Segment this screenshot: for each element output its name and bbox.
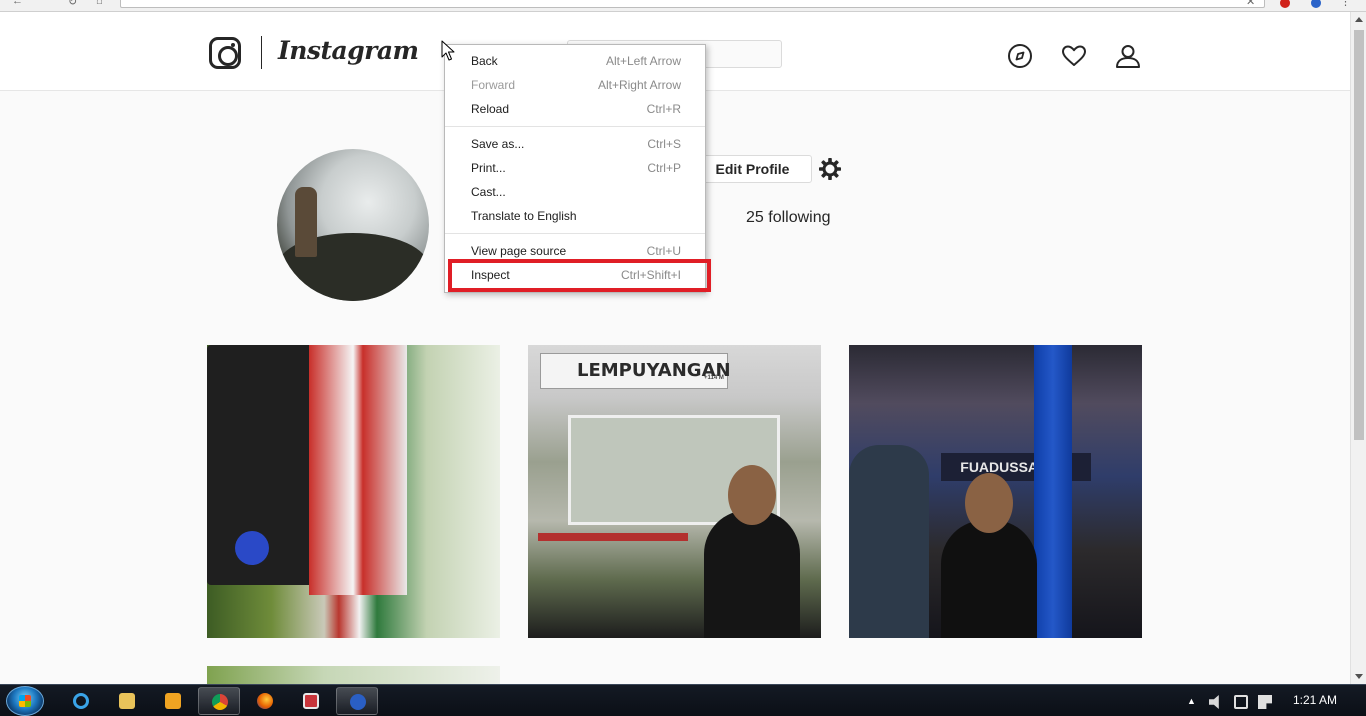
- menu-item-save-as[interactable]: Save as... Ctrl+S: [445, 132, 705, 156]
- carpet-shape: [538, 533, 688, 541]
- person-face: [965, 473, 1013, 533]
- logo-divider: [261, 36, 262, 69]
- wheel-shape: [235, 531, 269, 565]
- menu-item-shortcut: Ctrl+P: [647, 161, 681, 175]
- menu-separator: [445, 233, 705, 234]
- taskbar-clock[interactable]: 1:21 AM: [1284, 693, 1346, 707]
- windows-taskbar: ▲ 1:21 AM: [0, 684, 1366, 716]
- context-menu: Back Alt+Left Arrow Forward Alt+Right Ar…: [444, 44, 706, 293]
- edit-profile-button[interactable]: Edit Profile: [693, 155, 812, 183]
- menu-item-shortcut: Alt+Left Arrow: [605, 54, 681, 68]
- taskbar-chrome[interactable]: [198, 687, 240, 715]
- menu-item-translate[interactable]: Translate to English: [445, 204, 705, 228]
- scroll-up-icon[interactable]: [1355, 17, 1363, 22]
- browser-toolbar: ← ↻ ⌂ ✕ ⋮: [0, 0, 1366, 12]
- extension-blue-icon[interactable]: [1311, 0, 1321, 8]
- mouse-pointer-icon: [441, 40, 455, 61]
- blue-tarp-shape: [1034, 345, 1072, 638]
- menu-item-label: Print...: [471, 161, 506, 175]
- banner-shape: [309, 345, 407, 595]
- menu-item-reload[interactable]: Reload Ctrl+R: [445, 97, 705, 121]
- menu-item-cast[interactable]: Cast...: [445, 180, 705, 204]
- scroll-down-icon[interactable]: [1355, 674, 1363, 679]
- inspect-highlight-box: [448, 259, 711, 292]
- reload-icon[interactable]: ↻: [68, 0, 77, 8]
- menu-item-print[interactable]: Print... Ctrl+P: [445, 156, 705, 180]
- menu-item-shortcut: Ctrl+S: [647, 137, 681, 151]
- post-tile[interactable]: FUADUSSAB'AH: [849, 345, 1142, 638]
- scrollbar-thumb[interactable]: [1354, 30, 1364, 440]
- home-icon[interactable]: ⌂: [96, 0, 103, 7]
- instagram-wordmark[interactable]: Instagram: [278, 36, 419, 65]
- following-count[interactable]: 25 following: [746, 209, 831, 227]
- person-shape: [704, 510, 800, 638]
- compass-icon[interactable]: [1007, 43, 1033, 69]
- menu-item-label: Back: [471, 54, 498, 68]
- start-button[interactable]: [6, 686, 44, 716]
- file-explorer-icon: [119, 693, 135, 709]
- taskbar-presentation-app[interactable]: [290, 687, 332, 715]
- back-arrow-icon[interactable]: ←: [12, 0, 23, 7]
- menu-item-label: Translate to English: [471, 209, 577, 223]
- media-player-icon: [165, 693, 181, 709]
- person-face: [728, 465, 776, 525]
- station-sign-distance: +114 M: [704, 375, 724, 381]
- firefox-icon: [257, 693, 273, 709]
- taskbar-file-explorer[interactable]: [106, 687, 148, 715]
- taskbar-firefox[interactable]: [244, 687, 286, 715]
- menu-item-back[interactable]: Back Alt+Left Arrow: [445, 49, 705, 73]
- user-icon[interactable]: [1115, 43, 1141, 69]
- show-hidden-icons-icon[interactable]: ▲: [1187, 696, 1201, 710]
- person-shape: [941, 520, 1037, 638]
- close-icon[interactable]: ✕: [1246, 0, 1255, 8]
- station-sign: LEMPUYANGAN: [540, 353, 731, 389]
- post-tile[interactable]: LEMPUYANGAN +114 M: [528, 345, 821, 638]
- volume-icon[interactable]: [1209, 695, 1219, 709]
- menu-icon[interactable]: ⋮: [1340, 0, 1351, 8]
- action-center-icon[interactable]: [1258, 695, 1272, 709]
- menu-separator: [445, 126, 705, 127]
- taskbar-media-player[interactable]: [152, 687, 194, 715]
- address-bar[interactable]: [120, 0, 1265, 8]
- menu-item-forward[interactable]: Forward Alt+Right Arrow: [445, 73, 705, 97]
- menu-item-label: View page source: [471, 244, 567, 258]
- menu-item-label: Save as...: [471, 137, 525, 151]
- menu-item-shortcut: Ctrl+R: [646, 102, 681, 116]
- post-tile[interactable]: [207, 345, 500, 638]
- chrome-icon: [212, 694, 228, 710]
- extension-red-icon[interactable]: [1280, 0, 1290, 8]
- avatar-person: [295, 187, 317, 257]
- menu-item-shortcut: Alt+Right Arrow: [597, 78, 681, 92]
- internet-explorer-icon: [73, 693, 89, 709]
- profile-avatar[interactable]: [277, 149, 429, 301]
- crowd-shape: [849, 445, 929, 638]
- menu-item-label: Cast...: [471, 185, 506, 199]
- network-status-icon[interactable]: [1234, 695, 1248, 709]
- taskbar-network-app[interactable]: [336, 687, 378, 715]
- menu-item-label: Reload: [471, 102, 510, 116]
- menu-item-label: Forward: [471, 78, 516, 92]
- presentation-app-icon: [303, 693, 319, 709]
- settings-gear-icon[interactable]: [818, 157, 842, 181]
- heart-icon[interactable]: [1061, 43, 1087, 69]
- page-scrollbar[interactable]: [1350, 12, 1366, 684]
- instagram-logo-icon[interactable]: [209, 37, 241, 69]
- taskbar-internet-explorer[interactable]: [60, 687, 102, 715]
- network-app-icon: [350, 694, 366, 710]
